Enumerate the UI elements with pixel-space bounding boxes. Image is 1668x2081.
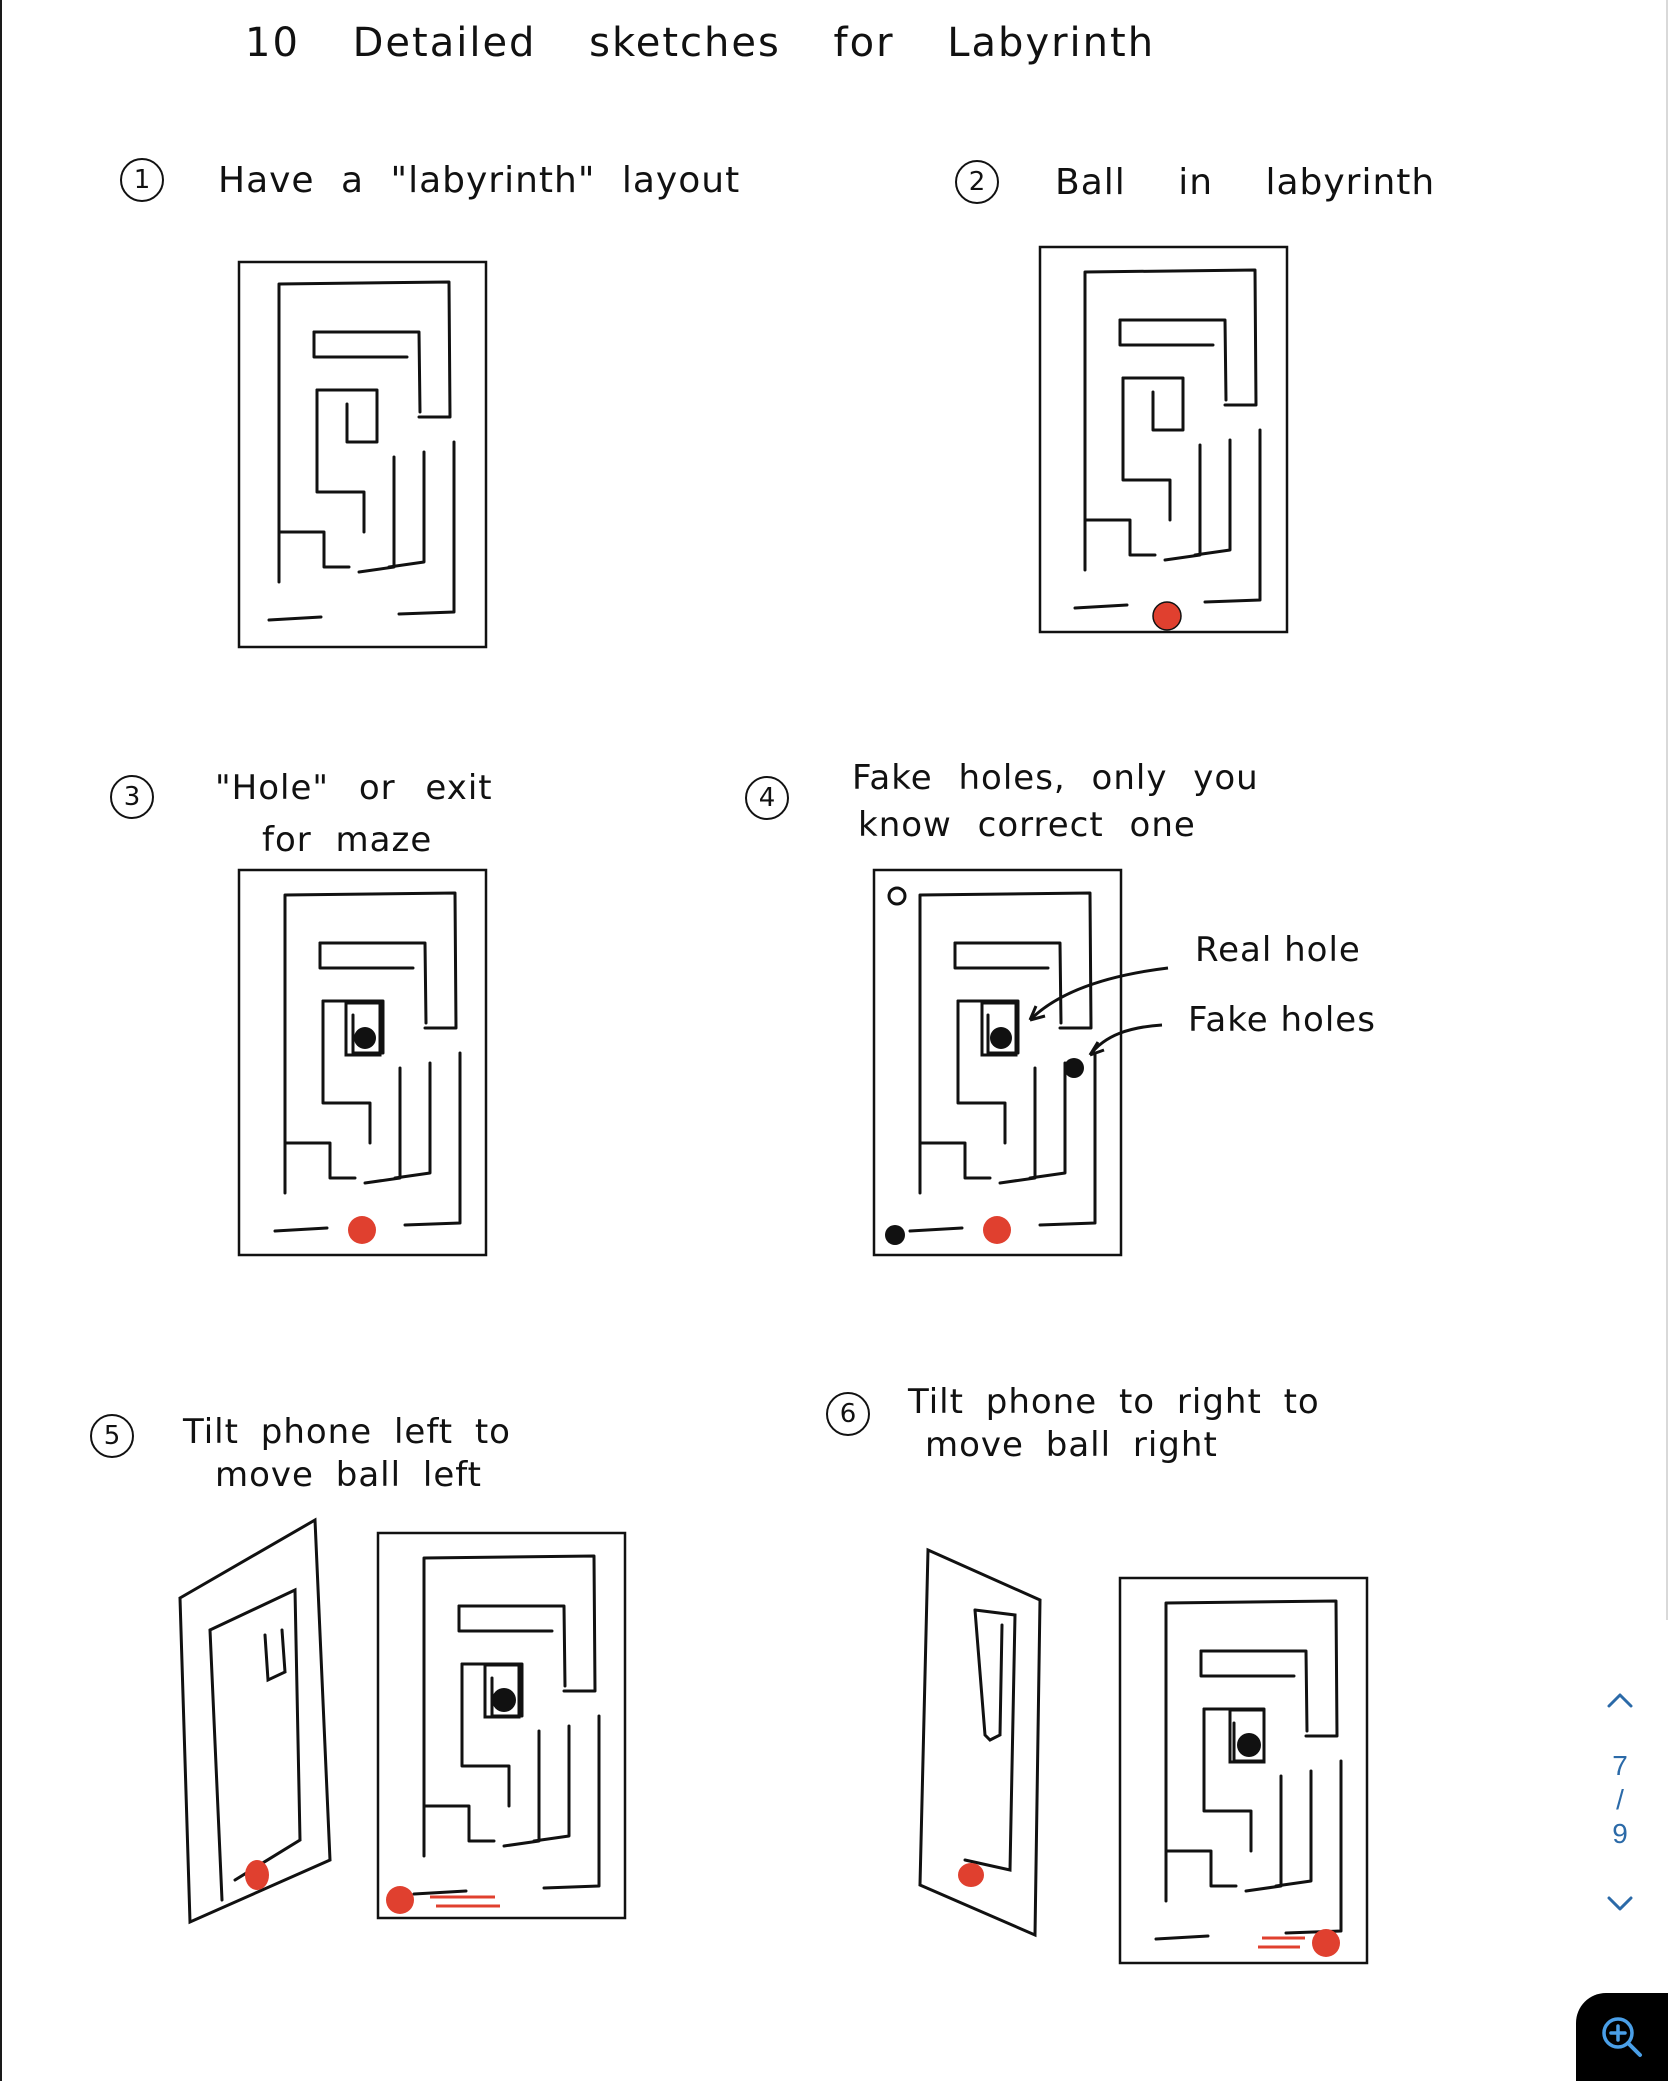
sketch-6-ball <box>1312 1929 1340 1957</box>
sketch-6-tilted-phone <box>918 1547 1042 1938</box>
sketch-6-maze <box>1118 1576 1369 1965</box>
sketch-3-maze <box>237 868 488 1257</box>
sketch-4-maze <box>872 868 1169 1257</box>
sketch-1-maze <box>237 260 488 649</box>
sketch-6-hole <box>1237 1733 1261 1757</box>
chevron-up-icon <box>1607 1693 1633 1708</box>
sketch-4-real-hole <box>990 1027 1012 1049</box>
sketch-5-hole <box>492 1688 516 1712</box>
sketch-5-tilted-phone <box>178 1517 332 1925</box>
sketch-2-ball <box>1152 601 1182 631</box>
sketch-3-hole <box>354 1027 376 1049</box>
zoom-in-icon <box>1602 2017 1642 2057</box>
total-pages: 9 <box>1612 1818 1628 1849</box>
page-separator: / <box>1616 1784 1624 1815</box>
sketch-5-ball <box>386 1886 414 1914</box>
sketch-3-ball <box>348 1216 376 1244</box>
sketch-4-fake-hole <box>887 886 907 906</box>
next-page-button[interactable] <box>1596 1884 1644 1924</box>
chevron-down-icon <box>1607 1896 1633 1911</box>
current-page: 7 <box>1612 1750 1628 1781</box>
previous-page-button[interactable] <box>1596 1680 1644 1720</box>
sketch-drawings <box>178 245 1369 1965</box>
sketch-4-fake-hole <box>885 1225 905 1245</box>
sketch-4-ball <box>983 1216 1011 1244</box>
sketch-2-maze <box>1038 245 1289 634</box>
page-navigator: 7 / 9 <box>1596 1680 1644 1930</box>
zoom-in-button[interactable] <box>1576 1993 1668 2081</box>
sketch-5-maze <box>376 1531 627 1920</box>
sketch-4-fake-hole <box>1064 1058 1084 1078</box>
